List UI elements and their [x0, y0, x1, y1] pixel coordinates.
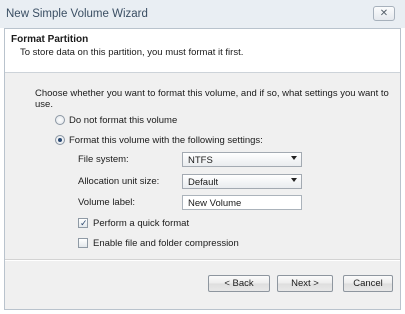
- radio-label: Do not format this volume: [69, 115, 178, 126]
- file-system-label: File system:: [78, 154, 129, 165]
- allocation-unit-size-dropdown[interactable]: Default: [182, 174, 302, 189]
- next-button[interactable]: Next >: [277, 275, 333, 292]
- close-icon: ✕: [379, 8, 389, 19]
- wizard-header: Format Partition To store data on this p…: [5, 29, 400, 73]
- volume-label-input[interactable]: New Volume: [182, 195, 302, 210]
- window-titlebar: New Simple Volume Wizard ✕: [0, 0, 405, 28]
- chevron-down-icon: [291, 178, 297, 182]
- file-system-dropdown[interactable]: NTFS: [182, 152, 302, 167]
- cancel-button[interactable]: Cancel: [343, 275, 393, 292]
- allocation-unit-size-label: Allocation unit size:: [78, 176, 160, 187]
- wizard-footer: < Back Next > Cancel: [5, 261, 400, 309]
- window-title: New Simple Volume Wizard: [6, 8, 148, 20]
- page-title: Format Partition: [11, 34, 89, 45]
- checkmark-icon: ✓: [80, 218, 88, 228]
- page-subtitle: To store data on this partition, you mus…: [20, 47, 244, 58]
- volume-label-label: Volume label:: [78, 197, 136, 208]
- allocation-unit-size-value: Default: [188, 177, 219, 188]
- compression-checkbox[interactable]: [78, 238, 88, 248]
- radio-button[interactable]: [55, 115, 65, 125]
- radio-button-selected[interactable]: [55, 135, 65, 145]
- file-system-value: NTFS: [188, 155, 213, 166]
- instruction-text: Choose whether you want to format this v…: [35, 88, 389, 110]
- wizard-body: Choose whether you want to format this v…: [5, 73, 400, 260]
- wizard-window: Format Partition To store data on this p…: [4, 28, 401, 310]
- quick-format-label: Perform a quick format: [93, 218, 190, 229]
- close-button[interactable]: ✕: [373, 6, 395, 21]
- radio-label: Format this volume with the following se…: [69, 135, 263, 146]
- quick-format-checkbox[interactable]: ✓: [78, 218, 88, 228]
- back-button[interactable]: < Back: [208, 275, 270, 292]
- chevron-down-icon: [291, 156, 297, 160]
- compression-label: Enable file and folder compression: [93, 238, 239, 249]
- volume-label-value: New Volume: [188, 198, 242, 209]
